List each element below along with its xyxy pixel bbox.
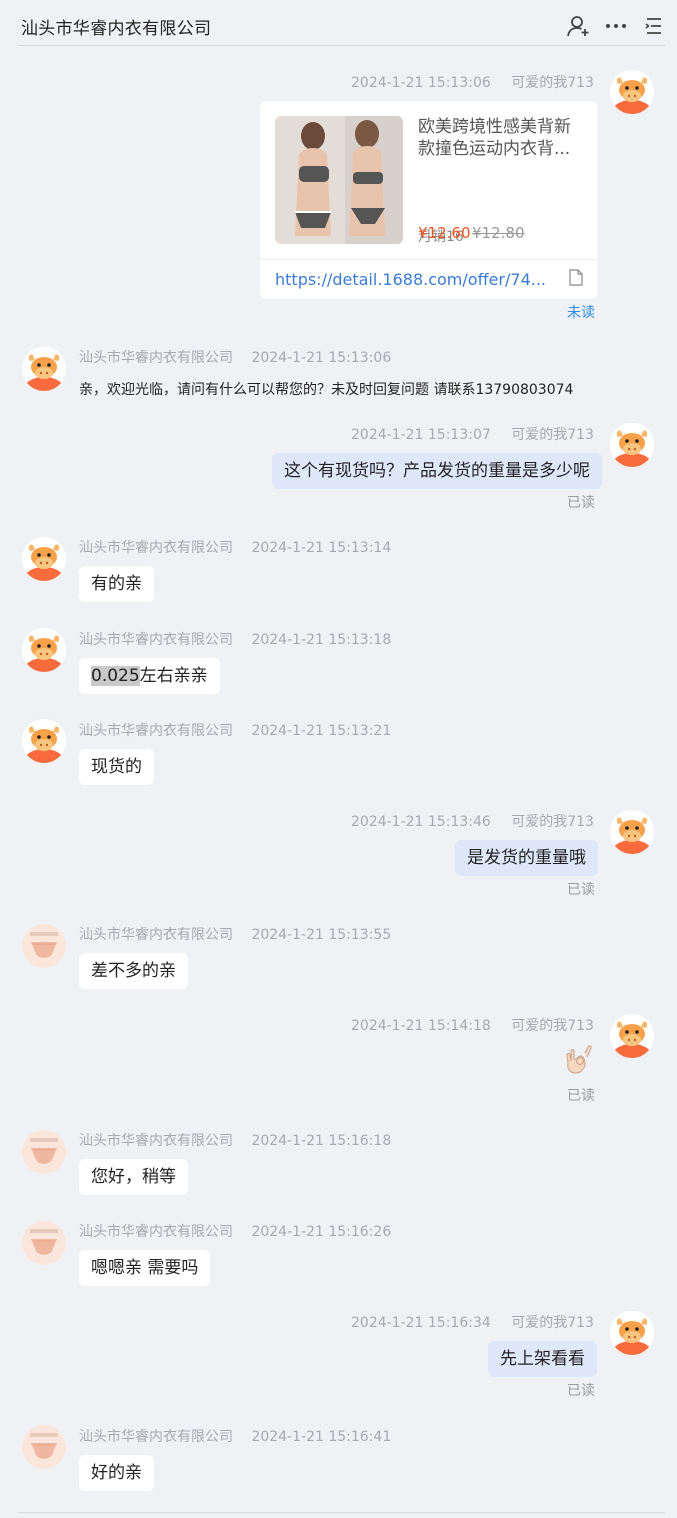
chat-header: 汕头市华睿内衣有限公司 [0, 0, 677, 46]
product-price: ¥12.60 [418, 224, 471, 242]
message-time: 2024-1-21 15:16:26 [251, 1224, 392, 1240]
sender-name: 汕头市华睿内衣有限公司 [79, 927, 233, 943]
product-old-price: ¥12.80 [472, 224, 525, 242]
message-time: 2024-1-21 15:13:14 [251, 540, 392, 556]
document-icon[interactable] [569, 269, 583, 286]
message-bubble[interactable]: 是发货的重量哦 [455, 840, 598, 876]
message-time: 2024-1-21 15:16:18 [251, 1133, 392, 1149]
read-status: 已读 [567, 495, 595, 511]
message-bubble[interactable]: 这个有现货吗？产品发货的重量是多少呢 [272, 453, 602, 489]
avatar[interactable] [22, 347, 66, 391]
sender-name: 汕头市华睿内衣有限公司 [79, 1133, 233, 1149]
sender-name: 可爱的我713 [511, 1018, 594, 1034]
avatar[interactable] [22, 1425, 66, 1469]
message-time: 2024-1-21 15:14:18 [351, 1018, 491, 1034]
sender-name: 可爱的我713 [511, 814, 594, 830]
read-status: 未读 [567, 305, 595, 321]
sender-name: 汕头市华睿内衣有限公司 [79, 1429, 233, 1445]
sender-name: 汕头市华睿内衣有限公司 [79, 632, 233, 648]
sender-name: 汕头市华睿内衣有限公司 [79, 1224, 233, 1240]
read-status: 已读 [567, 1383, 595, 1399]
message-bubble[interactable]: 现货的 [79, 749, 154, 785]
product-image[interactable] [275, 116, 403, 244]
avatar[interactable] [22, 1221, 66, 1265]
sender-name: 汕头市华睿内衣有限公司 [79, 723, 233, 739]
avatar[interactable] [22, 719, 66, 763]
avatar[interactable] [610, 1014, 654, 1058]
message-time: 2024-1-21 15:13:21 [251, 723, 392, 739]
read-status: 已读 [567, 882, 595, 898]
message-bubble[interactable]: 0.025左右亲亲 [79, 658, 220, 694]
avatar[interactable] [22, 1130, 66, 1174]
add-contact-icon[interactable] [566, 14, 590, 38]
message-time: 2024-1-21 15:13:07 [351, 427, 491, 443]
message-bubble[interactable]: 差不多的亲 [79, 953, 188, 989]
message-bubble[interactable]: 先上架看看 [488, 1341, 597, 1377]
message-time: 2024-1-21 15:13:55 [251, 927, 392, 943]
avatar[interactable] [610, 70, 654, 114]
product-link[interactable]: https://detail.1688.com/offer/74... [275, 270, 546, 289]
message-time: 2024-1-21 15:13:06 [251, 350, 392, 366]
message-time: 2024-1-21 15:13:18 [251, 632, 392, 648]
menu-icon[interactable] [642, 14, 666, 38]
message-bubble[interactable]: 好的亲 [79, 1455, 154, 1491]
message-time: 2024-1-21 15:16:41 [251, 1429, 392, 1445]
selected-text: 0.025 [91, 666, 140, 686]
product-title[interactable]: 欧美跨境性感美背新款撞色运动内衣背... [418, 116, 583, 160]
more-icon[interactable] [604, 14, 628, 38]
avatar[interactable] [610, 1311, 654, 1355]
avatar[interactable] [610, 423, 654, 467]
message-time: 2024-1-21 15:13:46 [351, 814, 491, 830]
message-text: 亲，欢迎光临，请问有什么可以帮您的？未及时回复问题 请联系13790803074 [79, 382, 574, 398]
sender-name: 汕头市华睿内衣有限公司 [79, 540, 233, 556]
card-divider [260, 259, 597, 260]
avatar[interactable] [22, 628, 66, 672]
message-text: 左右亲亲 [139, 666, 208, 686]
sender-name: 可爱的我713 [511, 427, 594, 443]
message-bubble[interactable]: 嗯嗯亲 需要吗 [79, 1250, 211, 1286]
sender-name: 可爱的我713 [511, 1315, 594, 1331]
sender-name: 可爱的我713 [511, 75, 594, 91]
ok-hand-emoji[interactable] [561, 1043, 597, 1079]
message-time: 2024-1-21 15:13:06 [351, 75, 491, 91]
header-divider [18, 45, 665, 46]
bottom-divider [18, 1512, 665, 1513]
product-card[interactable]: 欧美跨境性感美背新款撞色运动内衣背... 月销16 ¥12.60 ¥12.80 … [260, 101, 597, 299]
avatar[interactable] [22, 537, 66, 581]
chat-title: 汕头市华睿内衣有限公司 [21, 19, 212, 39]
message-time: 2024-1-21 15:16:34 [351, 1315, 491, 1331]
sender-name: 汕头市华睿内衣有限公司 [79, 350, 233, 366]
read-status: 已读 [567, 1088, 595, 1104]
avatar[interactable] [610, 810, 654, 854]
message-bubble[interactable]: 您好，稍等 [79, 1159, 188, 1195]
avatar[interactable] [22, 924, 66, 968]
message-bubble[interactable]: 有的亲 [79, 566, 154, 602]
